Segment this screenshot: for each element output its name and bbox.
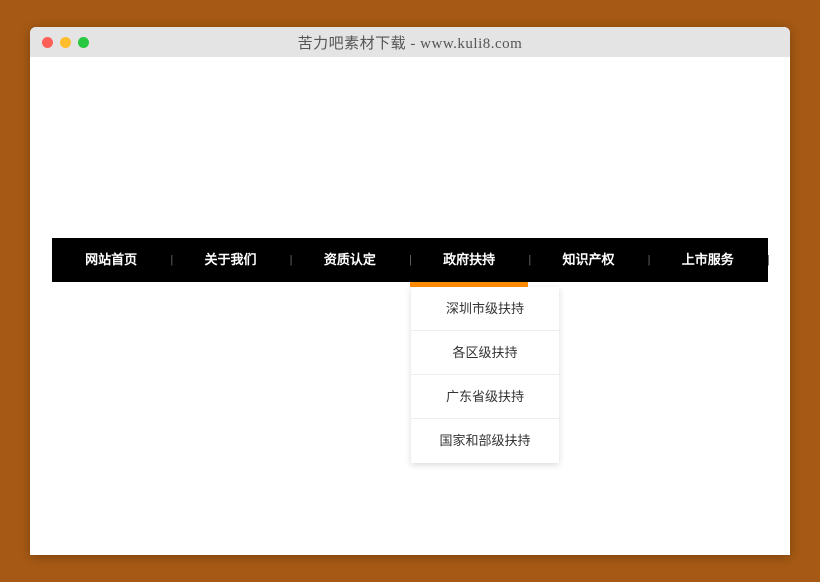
nav-item-listing[interactable]: 上市服务 (649, 238, 767, 282)
titlebar: 苦力吧素材下载 - www.kuli8.com (30, 27, 790, 57)
minimize-icon[interactable] (60, 37, 71, 48)
window-title: 苦力吧素材下载 - www.kuli8.com (30, 32, 790, 53)
nav-label: 上市服务 (682, 252, 734, 267)
nav-separator: | (767, 238, 768, 282)
close-icon[interactable] (42, 37, 53, 48)
nav-item-about[interactable]: 关于我们 (171, 238, 289, 282)
dropdown-label: 国家和部级扶持 (439, 433, 530, 448)
content-area: 网站首页 | 关于我们 | 资质认定 | 政府扶持 | 知识产权 | 上市服务 … (30, 57, 790, 555)
dropdown-item[interactable]: 各区级扶持 (411, 331, 559, 375)
maximize-icon[interactable] (78, 37, 89, 48)
dropdown-menu: 深圳市级扶持 各区级扶持 广东省级扶持 国家和部级扶持 (411, 287, 559, 463)
nav-item-home[interactable]: 网站首页 (52, 238, 170, 282)
dropdown-label: 广东省级扶持 (446, 389, 524, 404)
nav-label: 资质认定 (324, 252, 376, 267)
browser-window: 苦力吧素材下载 - www.kuli8.com 网站首页 | 关于我们 | 资质… (30, 27, 790, 555)
nav-item-government[interactable]: 政府扶持 (410, 238, 528, 282)
nav-label: 政府扶持 (443, 252, 495, 267)
nav-item-qualification[interactable]: 资质认定 (291, 238, 409, 282)
nav-item-ip[interactable]: 知识产权 (529, 238, 647, 282)
dropdown-item[interactable]: 深圳市级扶持 (411, 287, 559, 331)
dropdown-label: 各区级扶持 (452, 345, 517, 360)
dropdown-item[interactable]: 国家和部级扶持 (411, 419, 559, 463)
traffic-lights (42, 37, 89, 48)
nav-label: 知识产权 (562, 252, 614, 267)
navbar: 网站首页 | 关于我们 | 资质认定 | 政府扶持 | 知识产权 | 上市服务 … (52, 238, 768, 282)
dropdown-label: 深圳市级扶持 (446, 301, 524, 316)
nav-label: 网站首页 (85, 252, 137, 267)
nav-label: 关于我们 (204, 252, 256, 267)
dropdown-item[interactable]: 广东省级扶持 (411, 375, 559, 419)
